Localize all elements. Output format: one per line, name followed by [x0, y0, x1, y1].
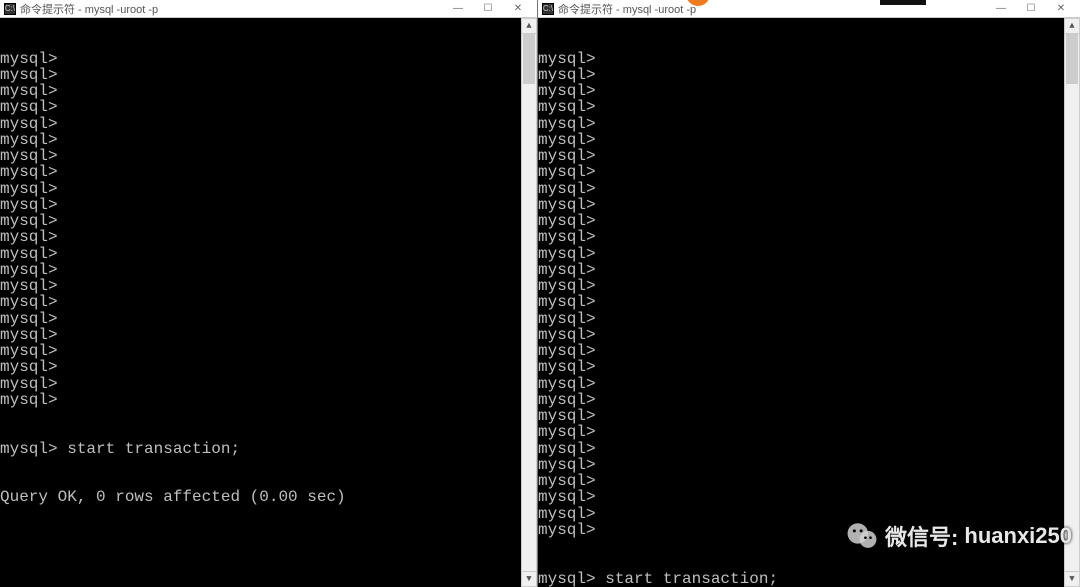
terminal-prompt: mysql> [0, 83, 537, 99]
terminal-prompt: mysql> [0, 343, 537, 359]
window-controls-left: — ☐ ✕ [443, 1, 533, 17]
close-button[interactable]: ✕ [1046, 1, 1076, 17]
terminal-prompt: mysql> [0, 132, 537, 148]
terminal-prompt: mysql> [0, 116, 537, 132]
terminal-prompt: mysql> [538, 392, 1080, 408]
scroll-track[interactable] [521, 34, 537, 571]
terminal-prompt: mysql> [538, 51, 1080, 67]
terminal-prompt: mysql> [538, 327, 1080, 343]
terminal-prompt: mysql> [0, 327, 537, 343]
terminal-prompt: mysql> [538, 294, 1080, 310]
terminal-prompt: mysql> [538, 473, 1080, 489]
terminal-prompt: mysql> [538, 359, 1080, 375]
terminal-prompt: mysql> [0, 392, 537, 408]
terminal-prompt: mysql> [0, 294, 537, 310]
terminal-prompt: mysql> [538, 67, 1080, 83]
terminal-line [0, 538, 537, 554]
terminal-prompt: mysql> [0, 51, 537, 67]
terminal-prompt: mysql> [538, 213, 1080, 229]
terminal-window-right: C:\ 命令提示符 - mysql -uroot -p — ☐ ✕ mysql>… [538, 0, 1080, 587]
terminal-prompt: mysql> [538, 522, 1080, 538]
terminal-prompt: mysql> [538, 441, 1080, 457]
scroll-down-button[interactable]: ▼ [521, 571, 537, 587]
scroll-down-button[interactable]: ▼ [1064, 571, 1080, 587]
terminal-prompt: mysql> [538, 311, 1080, 327]
terminal-prompt: mysql> [538, 181, 1080, 197]
maximize-button[interactable]: ☐ [473, 1, 503, 17]
background-fragment [880, 0, 926, 5]
terminal-prompt: mysql> [538, 83, 1080, 99]
terminal-prompt: mysql> [538, 457, 1080, 473]
terminal-prompt: mysql> [0, 99, 537, 115]
window-controls-right: — ☐ ✕ [986, 1, 1076, 17]
terminal-prompt: mysql> [538, 489, 1080, 505]
minimize-button[interactable]: — [443, 1, 473, 17]
terminal-prompt: mysql> [538, 246, 1080, 262]
terminal-prompt: mysql> [538, 408, 1080, 424]
terminal-prompt: mysql> [0, 359, 537, 375]
terminal-prompt: mysql> [538, 99, 1080, 115]
terminal-prompt: mysql> [0, 278, 537, 294]
minimize-button[interactable]: — [986, 1, 1016, 17]
terminal-prompt: mysql> [0, 229, 537, 245]
terminal-prompt: mysql> [538, 229, 1080, 245]
window-title-left: 命令提示符 - mysql -uroot -p [20, 1, 443, 17]
scroll-track[interactable] [1064, 34, 1080, 571]
cmd-icon: C:\ [542, 3, 554, 15]
terminal-prompt: mysql> [0, 262, 537, 278]
terminal-prompt: mysql> [0, 311, 537, 327]
titlebar-left[interactable]: C:\ 命令提示符 - mysql -uroot -p — ☐ ✕ [0, 0, 537, 18]
scroll-thumb[interactable] [1066, 34, 1078, 84]
terminal-prompt: mysql> [538, 376, 1080, 392]
terminal-prompt: mysql> [538, 278, 1080, 294]
terminal-prompt: mysql> [0, 197, 537, 213]
terminal-prompt: mysql> [0, 246, 537, 262]
terminal-line: Query OK, 0 rows affected (0.00 sec) [0, 489, 537, 505]
close-button[interactable]: ✕ [503, 1, 533, 17]
terminal-prompt: mysql> [538, 197, 1080, 213]
terminal-prompt: mysql> [538, 116, 1080, 132]
scroll-thumb[interactable] [523, 34, 535, 84]
terminal-prompt: mysql> [538, 148, 1080, 164]
scroll-up-button[interactable]: ▲ [1064, 18, 1080, 34]
scrollbar-left[interactable]: ▲ ▼ [521, 18, 537, 587]
cmd-icon: C:\ [4, 3, 16, 15]
terminal-prompt: mysql> [538, 343, 1080, 359]
terminal-prompt: mysql> [0, 148, 537, 164]
scroll-up-button[interactable]: ▲ [521, 18, 537, 34]
terminal-prompt: mysql> [538, 262, 1080, 278]
terminal-prompt: mysql> [538, 506, 1080, 522]
terminal-prompt: mysql> [538, 424, 1080, 440]
terminal-prompt: mysql> [538, 164, 1080, 180]
maximize-button[interactable]: ☐ [1016, 1, 1046, 17]
terminal-prompt: mysql> [0, 213, 537, 229]
titlebar-right[interactable]: C:\ 命令提示符 - mysql -uroot -p — ☐ ✕ [538, 0, 1080, 18]
terminal-line: mysql> start transaction; [0, 441, 537, 457]
terminal-body-left[interactable]: mysql>mysql>mysql>mysql>mysql>mysql>mysq… [0, 18, 537, 587]
terminal-window-left: C:\ 命令提示符 - mysql -uroot -p — ☐ ✕ mysql>… [0, 0, 538, 587]
terminal-prompt: mysql> [0, 67, 537, 83]
terminal-body-right[interactable]: mysql>mysql>mysql>mysql>mysql>mysql>mysq… [538, 18, 1080, 587]
terminal-prompt: mysql> [0, 181, 537, 197]
terminal-prompt: mysql> [538, 132, 1080, 148]
terminal-prompt: mysql> [0, 164, 537, 180]
scrollbar-right[interactable]: ▲ ▼ [1064, 18, 1080, 587]
terminal-line: mysql> start transaction; [538, 571, 1080, 587]
terminal-prompt: mysql> [0, 376, 537, 392]
